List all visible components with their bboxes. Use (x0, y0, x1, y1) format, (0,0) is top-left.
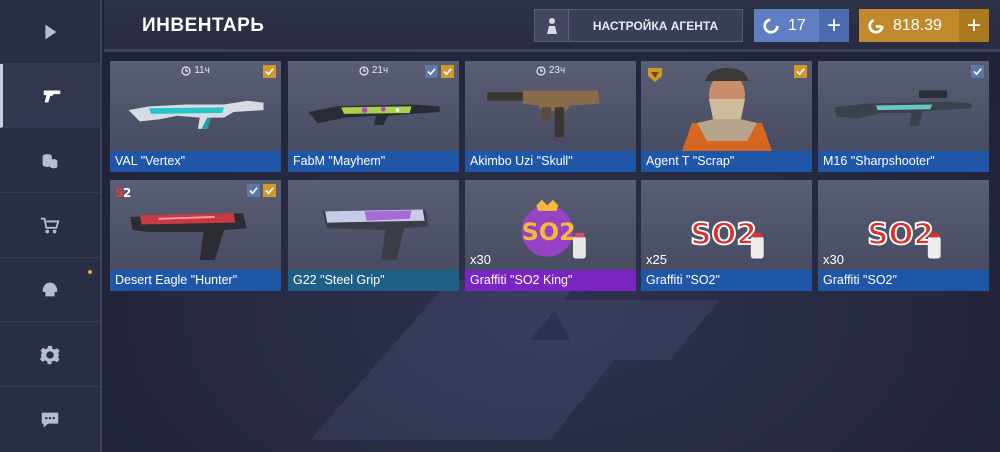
inventory-item[interactable]: S2 Desert Eagle "Hunter" (110, 180, 281, 291)
item-name: Akimbo Uzi "Skull" (465, 151, 636, 172)
chat-icon (41, 412, 59, 428)
credits-icon (763, 17, 779, 34)
inventory-item[interactable]: G22 "Steel Grip" (288, 180, 459, 291)
sidebar-item-settings[interactable] (0, 323, 100, 387)
item-name: Agent T "Scrap" (641, 151, 812, 172)
credits-value: 17 (788, 16, 806, 34)
inventory-item[interactable]: 11ч VAL "Vertex" (110, 61, 281, 172)
sidebar-item-shop[interactable] (0, 194, 100, 258)
gold-balance: 818.39 + (859, 9, 989, 42)
notification-dot (88, 270, 92, 274)
inventory-item[interactable]: 23ч Akimbo Uzi "Skull" (465, 61, 636, 172)
gold-value: 818.39 (893, 16, 942, 34)
clock-icon (359, 65, 369, 76)
agent-settings-button[interactable]: НАСТРОЙКА АГЕНТА (534, 9, 743, 42)
item-name: Graffiti "SO2 King" (465, 270, 636, 291)
sidebar-item-play[interactable] (0, 0, 100, 64)
credits-balance: 17 + (754, 9, 849, 42)
play-icon (45, 24, 57, 39)
item-name: Graffiti "SO2" (641, 270, 812, 291)
sidebar (0, 0, 102, 452)
item-count: x25 (646, 252, 667, 267)
item-name: M16 "Sharpshooter" (818, 151, 989, 172)
inventory-item[interactable]: 21ч FabM "Mayhem" (288, 61, 459, 172)
clock-icon (181, 65, 191, 76)
coins-icon (42, 153, 58, 168)
sidebar-item-market[interactable] (0, 129, 100, 193)
weapon-image (110, 194, 281, 268)
top-bar: ИНВЕНТАРЬ НАСТРОЙКА АГЕНТА 17 + 818.39 + (104, 0, 1000, 52)
svg-text:SO2: SO2 (521, 218, 575, 246)
item-name: VAL "Vertex" (110, 151, 281, 172)
add-gold-button[interactable]: + (959, 9, 989, 42)
gear-icon (40, 345, 60, 364)
item-name: FabM "Mayhem" (288, 151, 459, 172)
pistol-icon (43, 90, 60, 102)
inventory-item[interactable]: Agent T "Scrap" (641, 61, 812, 172)
inventory-item[interactable]: SO2 x30 Graffiti "SO2 King" (465, 180, 636, 291)
weapon-image (110, 75, 281, 149)
cart-icon (40, 217, 60, 233)
sidebar-item-clan[interactable] (0, 258, 100, 322)
svg-text:SO2: SO2 (690, 217, 756, 251)
weapon-image (465, 75, 636, 149)
agent-icon (535, 10, 569, 41)
sidebar-item-inventory[interactable] (0, 64, 100, 128)
item-name: Desert Eagle "Hunter" (110, 270, 281, 291)
agent-settings-label: НАСТРОЙКА АГЕНТА (592, 18, 719, 33)
weapon-image (288, 194, 459, 268)
inventory-item[interactable]: M16 "Sharpshooter" (818, 61, 989, 172)
inventory-item[interactable]: SO2 x25 Graffiti "SO2" (641, 180, 812, 291)
item-count: x30 (823, 252, 844, 267)
gold-icon (868, 17, 884, 34)
svg-text:SO2: SO2 (867, 217, 933, 251)
inventory-item[interactable]: SO2 x30 Graffiti "SO2" (818, 180, 989, 291)
sidebar-item-chat[interactable] (0, 388, 100, 452)
weapon-image (818, 75, 989, 149)
item-count: x30 (470, 252, 491, 267)
item-name: Graffiti "SO2" (818, 270, 989, 291)
weapon-image (288, 75, 459, 149)
add-credits-button[interactable]: + (819, 9, 849, 42)
helmet-icon (42, 282, 58, 296)
agent-image (641, 61, 812, 151)
clock-icon (536, 65, 546, 76)
page-title: ИНВЕНТАРЬ (142, 15, 265, 36)
item-name: G22 "Steel Grip" (288, 270, 459, 291)
